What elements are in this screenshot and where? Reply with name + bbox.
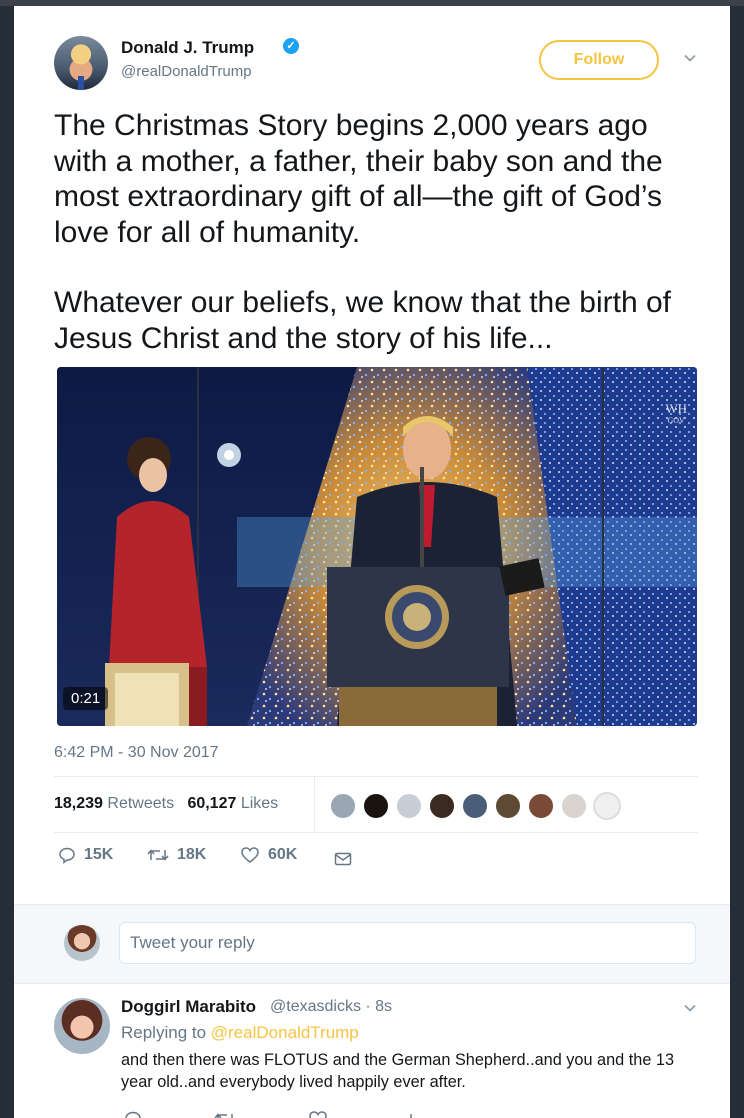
retweet-count: 18K xyxy=(177,846,207,863)
liker-avatar[interactable] xyxy=(527,792,555,820)
replying-prefix: Replying to xyxy=(121,1023,207,1042)
tweet-paragraph: Whatever our beliefs, we know that the b… xyxy=(54,286,671,355)
reply-icon xyxy=(59,847,75,864)
author-handle[interactable]: @realDonaldTrump xyxy=(121,63,252,80)
follow-button[interactable]: Follow xyxy=(539,40,659,80)
divider xyxy=(54,832,698,833)
tweet-timestamp[interactable]: 6:42 PM - 30 Nov 2017 xyxy=(54,744,219,762)
author-name[interactable]: Donald J. Trump xyxy=(121,38,254,58)
tweet-stats: 18,239 Retweets 60,127 Likes xyxy=(54,795,278,813)
current-user-avatar xyxy=(64,925,100,961)
liker-avatar[interactable] xyxy=(362,792,390,820)
replying-to-link[interactable]: @realDonaldTrump xyxy=(211,1023,359,1042)
liker-avatar[interactable] xyxy=(461,792,489,820)
heart-icon[interactable] xyxy=(308,1110,328,1118)
liker-avatar[interactable] xyxy=(329,792,357,820)
liker-avatar[interactable] xyxy=(560,792,588,820)
verified-badge-icon: ✓ xyxy=(283,38,299,54)
retweets-label[interactable]: Retweets xyxy=(107,795,174,812)
analytics-icon[interactable] xyxy=(402,1110,420,1118)
likes-count[interactable]: 60,127 xyxy=(187,795,236,812)
liker-avatar[interactable] xyxy=(428,792,456,820)
chevron-down-icon[interactable] xyxy=(682,50,698,66)
divider xyxy=(54,776,698,777)
wh-watermark: WH GOV xyxy=(665,401,687,427)
retweet-icon xyxy=(147,849,169,861)
author-avatar[interactable] xyxy=(54,36,108,90)
reply-input[interactable]: Tweet your reply xyxy=(119,922,696,964)
liker-avatar[interactable] xyxy=(494,792,522,820)
video-duration: 0:21 xyxy=(63,687,109,710)
like-action[interactable]: 60K xyxy=(240,846,297,864)
watermark-subtext: GOV xyxy=(667,416,685,425)
heart-icon xyxy=(241,847,259,863)
watermark-text: WH xyxy=(665,401,687,416)
retweet-icon[interactable] xyxy=(214,1110,236,1118)
reply-text: and then there was FLOTUS and the German… xyxy=(121,1051,675,1091)
chevron-down-icon[interactable] xyxy=(682,1000,698,1016)
liker-avatar[interactable] xyxy=(593,792,621,820)
liker-avatar[interactable] xyxy=(395,792,423,820)
tweet-text: The Christmas Story begins 2,000 years a… xyxy=(54,108,704,356)
stats-separator xyxy=(314,776,315,832)
reply-count: 15K xyxy=(84,846,114,863)
reply-author-avatar[interactable] xyxy=(54,998,110,1054)
retweets-count[interactable]: 18,239 xyxy=(54,795,103,812)
video-frame xyxy=(57,367,697,726)
tweet-paragraph: The Christmas Story begins 2,000 years a… xyxy=(54,109,663,249)
tweet-card: Donald J. Trump ✓ @realDonaldTrump Follo… xyxy=(14,6,730,1118)
reply-icon[interactable] xyxy=(124,1110,142,1118)
video-player[interactable]: WH GOV 0:21 xyxy=(57,367,697,726)
reply-action[interactable]: 15K xyxy=(58,846,113,864)
likes-label[interactable]: Likes xyxy=(241,795,278,812)
reply-author-handle[interactable]: @texasdicks · 8s xyxy=(270,998,392,1016)
reply-author-name[interactable]: Doggirl Marabito xyxy=(121,997,256,1017)
message-icon[interactable] xyxy=(334,851,352,867)
like-count: 60K xyxy=(268,846,298,863)
reply-compose-area: Tweet your reply xyxy=(14,904,730,984)
retweet-action[interactable]: 18K xyxy=(147,846,206,864)
replying-to: Replying to @realDonaldTrump xyxy=(121,1023,359,1043)
